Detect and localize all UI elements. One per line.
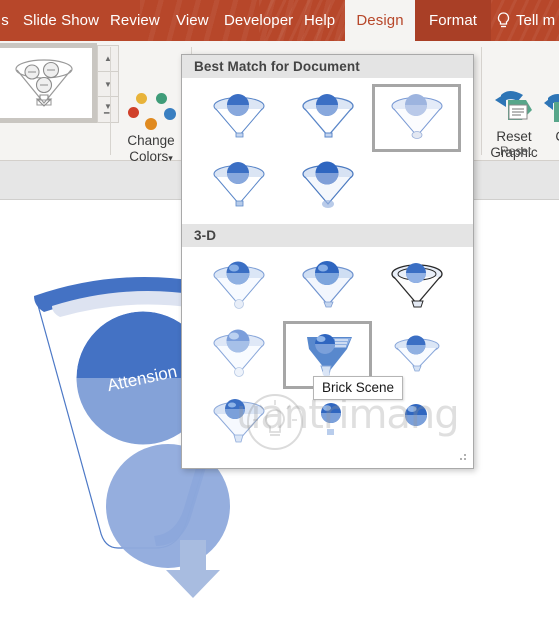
reset-graphic-label-line1: Reset	[496, 129, 532, 144]
style-tooltip: Brick Scene	[313, 376, 404, 400]
ribbon-tab-bar: s Slide Show Review View Developer Help …	[0, 0, 559, 41]
style-item-simple-fill[interactable]	[196, 86, 281, 150]
reset-graphic-icon	[484, 89, 544, 129]
style-item-subtle-effect[interactable]	[372, 84, 461, 152]
style-item-scene-2[interactable]	[285, 391, 370, 455]
funnel-layout-icon	[14, 59, 73, 107]
style-item-intense-effect[interactable]	[285, 154, 370, 218]
funnel-style-icon	[394, 335, 439, 372]
gallery-more-button[interactable]: ▼ ━	[97, 96, 119, 124]
funnel-style-icon	[320, 403, 341, 435]
gallery-scroll-up-button[interactable]: ▲	[97, 45, 119, 72]
gallery-row	[196, 84, 473, 152]
tab-format[interactable]: Format	[415, 0, 491, 41]
change-colors-label-line1: Change	[127, 133, 175, 148]
funnel-style-icon	[306, 334, 352, 377]
gallery-row	[196, 152, 473, 220]
smartart-layouts-gallery[interactable]	[0, 43, 97, 123]
style-item-cartoon[interactable]	[374, 255, 459, 319]
gallery-scroll-buttons[interactable]: ▲ ▼ ▼ ━	[97, 45, 119, 124]
gallery-grid-best-match	[182, 78, 473, 224]
funnel-style-icon	[213, 162, 264, 207]
funnel-style-icon	[301, 94, 354, 138]
style-item-powder[interactable]	[196, 323, 281, 387]
tab-help[interactable]: Help	[295, 0, 344, 41]
tab-slide-show[interactable]: Slide Show	[14, 0, 108, 41]
funnel-style-icon	[301, 261, 354, 308]
funnel-style-icon	[390, 263, 443, 308]
funnel-style-icon	[301, 161, 354, 208]
gallery-grid-3d	[182, 247, 473, 461]
ribbon-group-divider-3	[481, 47, 482, 155]
style-item-birds-eye-scene[interactable]	[196, 391, 281, 455]
tab-developer[interactable]: Developer	[215, 0, 302, 41]
smartart-styles-dropdown[interactable]: Best Match for Document 3-D	[181, 54, 474, 469]
resize-grip-icon[interactable]	[456, 454, 468, 464]
funnel-style-icon	[213, 399, 264, 443]
tab-partial-left[interactable]: s	[0, 0, 14, 41]
funnel-style-icon	[213, 261, 264, 309]
funnel-style-icon	[404, 404, 427, 426]
down-arrow-icon	[166, 540, 220, 598]
style-item-scene-3[interactable]	[374, 391, 459, 455]
gallery-scroll-down-button[interactable]: ▼	[97, 70, 119, 98]
funnel-style-icon	[213, 329, 264, 377]
tab-view[interactable]: View	[167, 0, 218, 41]
lightbulb-icon	[496, 12, 511, 29]
tell-me-search[interactable]: Tell m	[496, 0, 555, 41]
style-item-white-outline[interactable]	[285, 86, 370, 150]
powerpoint-window: Attension Action 3	[0, 0, 559, 632]
reset-group-label: Reset	[500, 144, 532, 158]
convert-icon	[540, 89, 559, 129]
tell-me-label: Tell m	[516, 12, 556, 29]
gallery-row	[196, 253, 473, 321]
funnel-style-icon	[213, 94, 264, 138]
change-colors-button[interactable]: Change Colors▾	[118, 93, 184, 166]
style-item-polished[interactable]	[196, 255, 281, 319]
style-item-moderate-effect[interactable]	[196, 154, 281, 218]
color-dots-icon	[126, 93, 176, 131]
funnel-style-icon	[391, 94, 442, 139]
tab-design[interactable]: Design	[345, 0, 415, 41]
section-header-3d: 3-D	[182, 224, 473, 247]
convert-label: Co	[540, 129, 559, 145]
convert-button[interactable]: Co	[540, 89, 559, 145]
section-header-best-match: Best Match for Document	[182, 55, 473, 78]
style-item-inset[interactable]	[285, 255, 370, 319]
tab-review[interactable]: Review	[101, 0, 169, 41]
ribbon-group-divider	[110, 47, 111, 155]
smartart-layout-thumbnail[interactable]	[0, 48, 92, 118]
